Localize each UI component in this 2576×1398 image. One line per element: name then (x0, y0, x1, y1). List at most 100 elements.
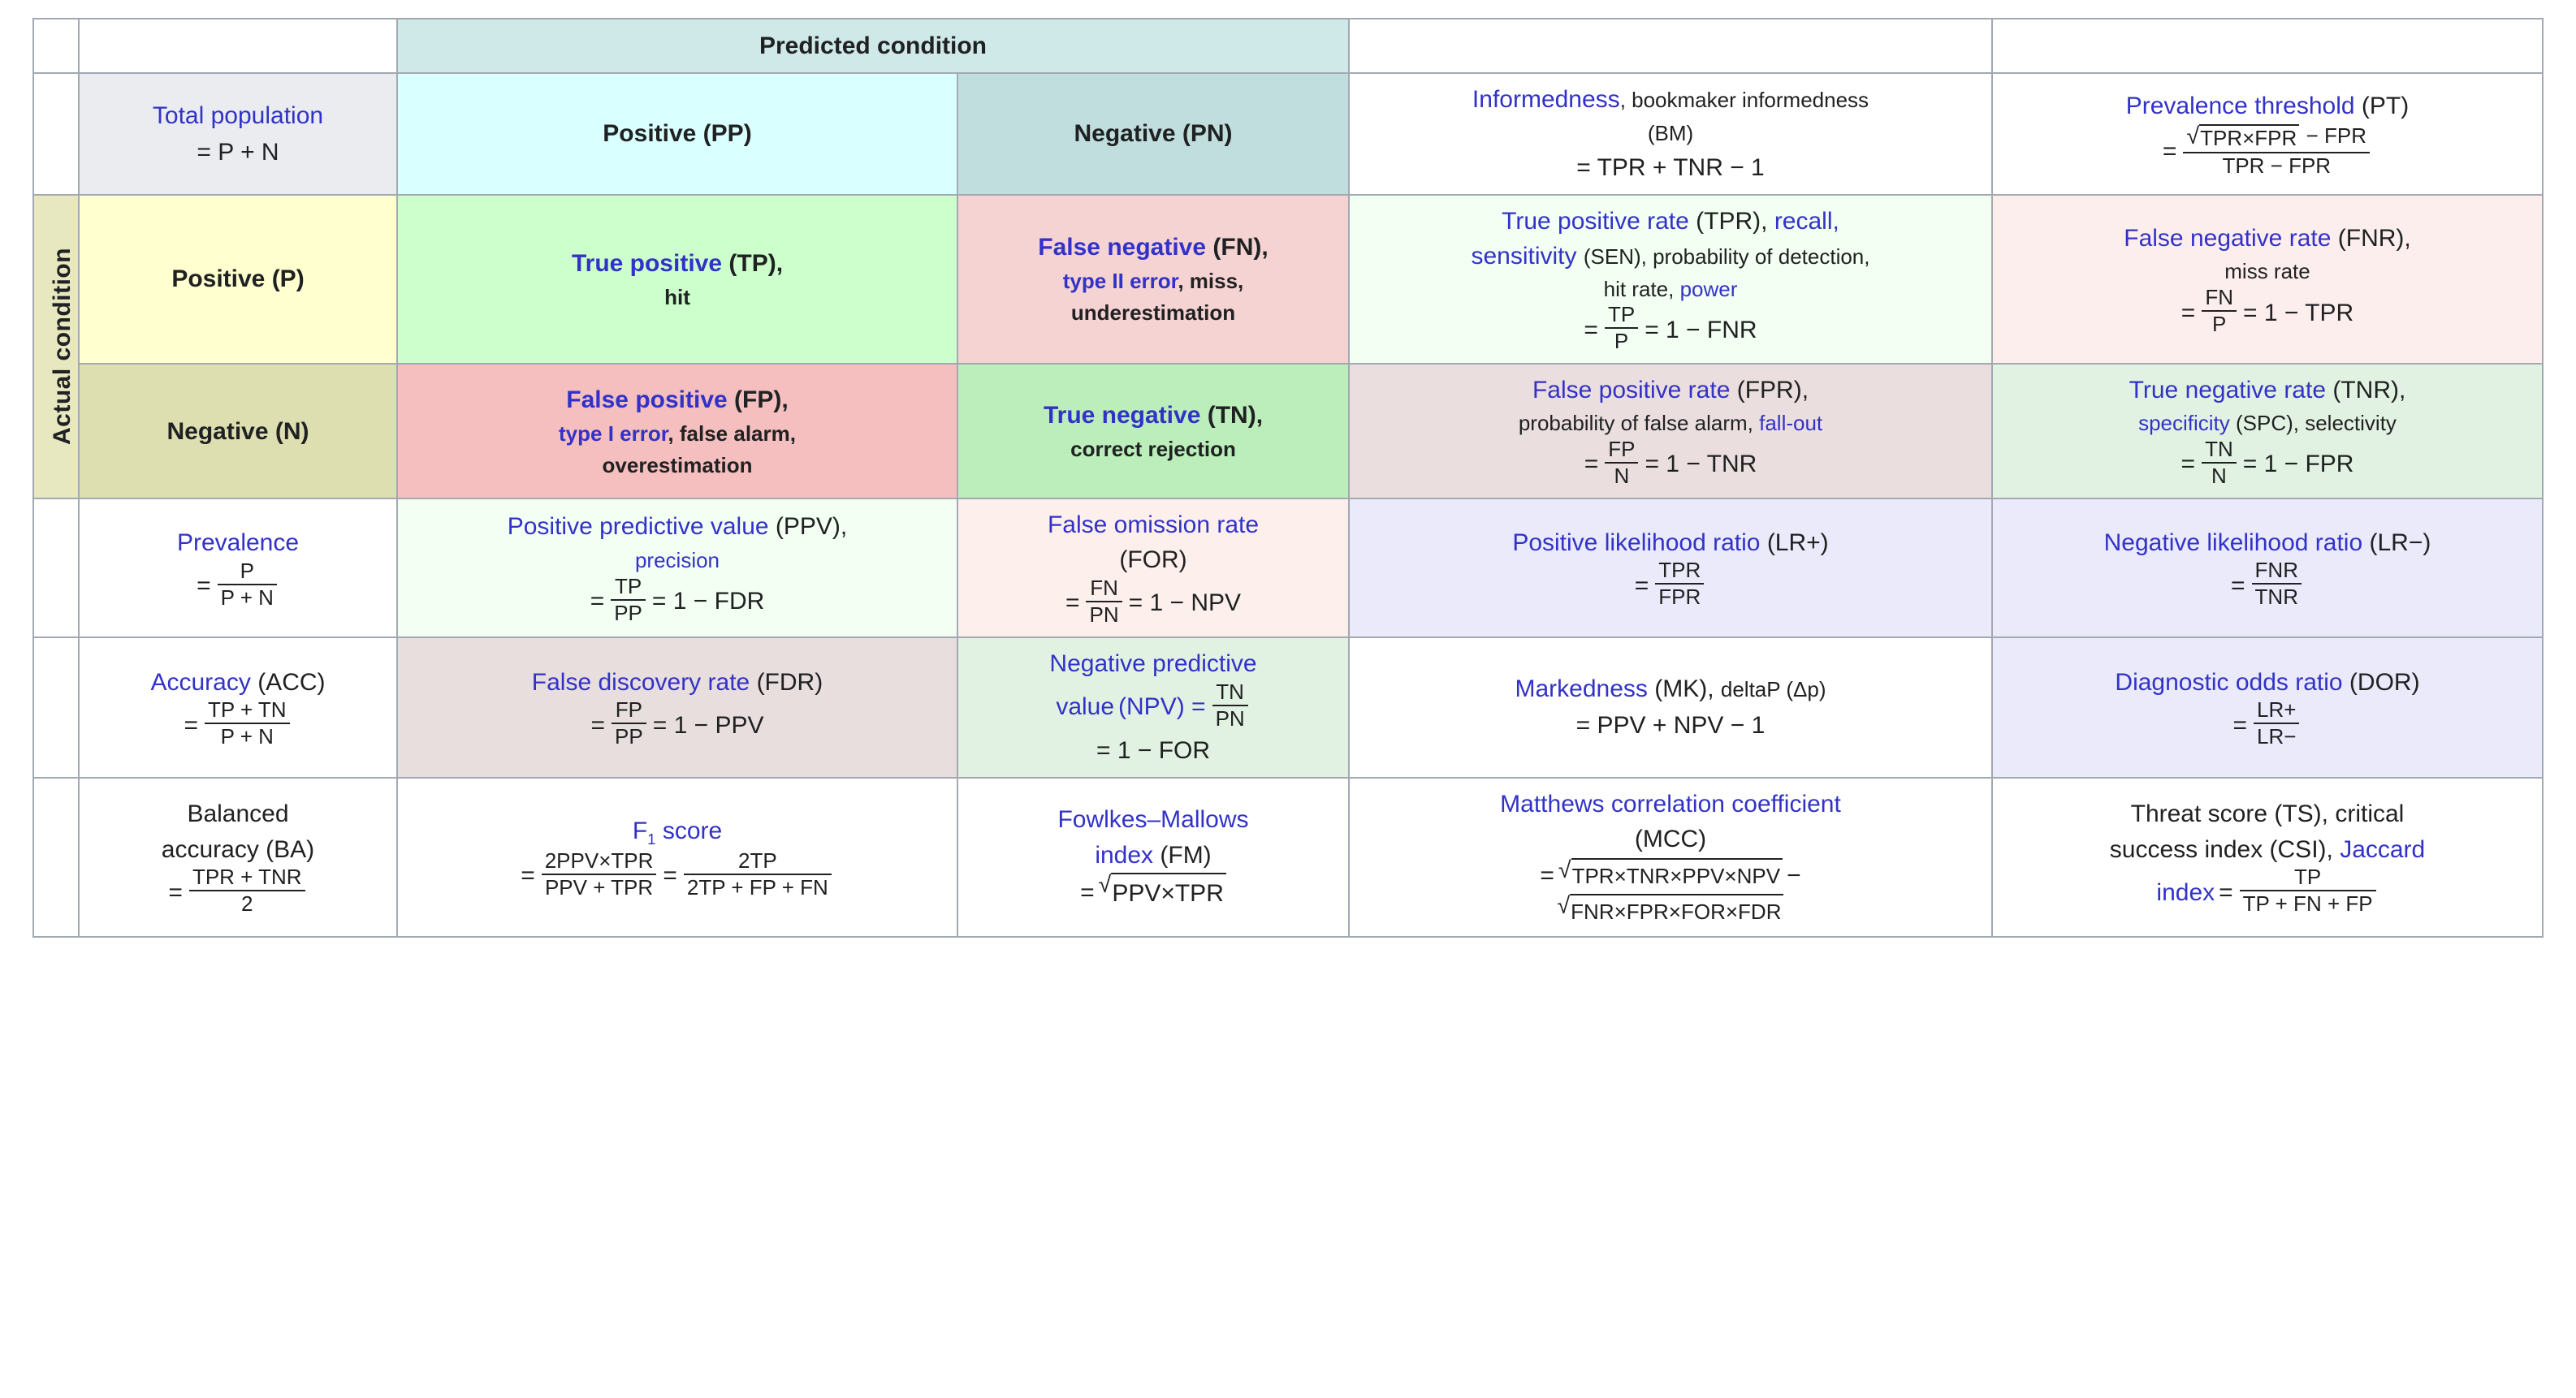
informedness-alt2: (BM) (1647, 120, 1694, 145)
for-num: FN (1086, 576, 1122, 602)
tpr-alt2-abbr: (SEN), probability of detection, (1583, 244, 1870, 269)
threat-score-cell: Threat score (TS), critical success inde… (1991, 776, 2544, 938)
npv-den: PN (1215, 705, 1245, 731)
fpr-den: N (1614, 463, 1630, 488)
fp-alt1-tail: , false alarm, (668, 421, 796, 446)
table-row-actual-negative: Negative (N) False positive (FP), type I… (33, 363, 2544, 499)
fm-radicand: PPV×TPR (1111, 873, 1226, 912)
false-omission-rate-cell: False omission rate (FOR) = FN PN = 1 − N… (957, 497, 1350, 639)
positive-likelihood-ratio-cell: Positive likelihood ratio (LR+) = TPR FPR (1348, 497, 1993, 639)
tnr-abbr: (TNR), (2332, 377, 2406, 404)
lr-minus-den: TNR (2254, 585, 2298, 610)
ppv-alt: precision (634, 547, 720, 572)
tnr-den: N (2211, 463, 2227, 488)
prevalence-den: P + N (220, 585, 274, 610)
for-den: PN (1089, 602, 1119, 627)
actual-condition-header: Actual condition (32, 193, 80, 499)
mcc-equals: = (1540, 861, 1554, 889)
ts-line1: Threat score (TS), critical (2130, 800, 2405, 828)
fowlkes-mallows-cell: Fowlkes–Mallows index (FM) = √ PPV×TPR (957, 776, 1350, 938)
fpr-alt2: fall-out (1759, 410, 1823, 435)
false-positive-cell: False positive (FP), type I error, false… (396, 363, 958, 499)
tnr-equals: = (2181, 451, 2196, 478)
f1-score-cell: F1 score = 2PPV×TPR PPV + TPR = 2TP 2TP + … (396, 776, 958, 938)
markedness-abbr: (MK), (1654, 675, 1714, 703)
fpr-name: False positive rate (1532, 377, 1731, 404)
lr-plus-equals: = (1634, 572, 1649, 599)
fp-name: False positive (566, 386, 728, 413)
ppv-tail: = 1 − FDR (651, 588, 765, 615)
tp-abbr: (TP), (728, 249, 784, 277)
prevalence-name: Prevalence (176, 529, 300, 556)
spacer-cell-corner (32, 18, 80, 74)
fpr-tail: = 1 − TNR (1645, 451, 1757, 478)
f1-equals-2: = (663, 862, 677, 890)
fm-equals: = (1080, 878, 1095, 906)
actual-negative-cell: Negative (N) (78, 363, 398, 499)
f1-den2: 2TP + FP + FN (686, 874, 828, 900)
lr-minus-name: Negative likelihood ratio (2103, 529, 2363, 556)
false-positive-rate-cell: False positive rate (FPR), probability o… (1348, 363, 1993, 499)
accuracy-cell: Accuracy (ACC) = TP + TN P + N (78, 636, 398, 779)
fp-alt1: type I error (559, 421, 668, 446)
ts-equals: = (2219, 878, 2233, 906)
fdr-num: FP (612, 697, 646, 725)
fnr-abbr: (FNR), (2337, 224, 2411, 252)
spacer-cell-left-r5 (32, 497, 80, 639)
tpr-abbr: (TPR), (1696, 207, 1768, 235)
npv-tail: = 1 − FOR (1096, 736, 1211, 764)
fnr-den: P (2211, 312, 2227, 337)
table-row-prevalence: Prevalence = PP + N Positive predictive … (32, 497, 2544, 639)
positive-predictive-value-cell: Positive predictive value (PPV), precisi… (396, 497, 958, 639)
prevalence-threshold-den: TPR − FPR (2222, 153, 2332, 178)
table-row-composite-metrics: Balanced accuracy (BA) = TPR + TNR 2 F1 s… (32, 776, 2544, 938)
prevalence-threshold-num-tail: − FPR (2306, 123, 2367, 149)
prevalence-threshold-cell: Prevalence threshold (PT) = √ TPR×FPR − F… (1991, 72, 2544, 196)
f1-den1: PPV + TPR (544, 874, 654, 900)
fp-abbr: (FP), (734, 386, 789, 413)
for-name: False omission rate (1047, 511, 1260, 538)
fp-alt2: overestimation (602, 452, 753, 477)
spacer-cell-right-1 (1348, 18, 1993, 74)
table-row-actual-positive: Actual condition Positive (P) True posit… (32, 193, 2544, 499)
fpr-abbr: (FPR), (1736, 377, 1809, 404)
spacer-cell-right-2 (1991, 18, 2544, 74)
table-row-totals: Total population = P + N Positive (PP) N… (32, 72, 2544, 196)
lr-plus-abbr: (LR+) (1766, 529, 1829, 556)
fnr-alt: miss rate (2224, 259, 2310, 284)
tpr-alt2: sensitivity (1471, 243, 1577, 270)
npv-num: TN (1212, 680, 1248, 706)
dor-equals: = (2232, 711, 2248, 739)
for-abbr: (FOR) (1119, 546, 1187, 574)
fn-alt1: type II error (1062, 269, 1178, 294)
for-equals: = (1065, 589, 1080, 617)
npv-name-line2: value (1056, 693, 1115, 721)
fnr-name: False negative rate (2124, 224, 2332, 252)
ts-line3a: index (2156, 878, 2215, 906)
ts-num: TP (2239, 865, 2376, 892)
negative-likelihood-ratio-cell: Negative likelihood ratio (LR−) = FNR TNR (1991, 497, 2544, 639)
npv-abbr: (NPV) = (1118, 693, 1206, 721)
spacer-cell-left-r6 (32, 636, 80, 779)
dor-name: Diagnostic odds ratio (2115, 668, 2343, 696)
true-negative-rate-cell: True negative rate (TNR), specificity (S… (1991, 363, 2544, 499)
prevalence-num: P (217, 559, 277, 585)
spacer-cell-left-r7 (32, 776, 80, 938)
total-population-label: Total population (152, 101, 324, 129)
tpr-alt1: recall, (1774, 207, 1839, 235)
accuracy-abbr: (ACC) (257, 668, 326, 696)
informedness-alt1: , bookmaker informedness (1619, 88, 1869, 112)
mcc-minus: − (1787, 861, 1801, 889)
fnr-num: FN (2202, 285, 2237, 313)
fdr-name: False discovery rate (531, 668, 750, 696)
informedness-cell: Informedness, bookmaker informedness (BM… (1348, 72, 1993, 196)
actual-condition-label: Actual condition (49, 248, 76, 446)
mcc-radicand2: FNR×FPR×FOR×FDR (1570, 893, 1784, 928)
markedness-alt: deltaP (Δp) (1720, 677, 1826, 702)
tnr-alt1-tail: (SPC), selectivity (2236, 410, 2397, 435)
fdr-den: PP (615, 724, 643, 749)
true-positive-rate-cell: True positive rate (TPR), recall, sensit… (1348, 193, 1993, 365)
mcc-name: Matthews correlation coefficient (1500, 790, 1841, 818)
accuracy-name: Accuracy (150, 668, 251, 696)
tnr-tail: = 1 − FPR (2242, 451, 2354, 478)
